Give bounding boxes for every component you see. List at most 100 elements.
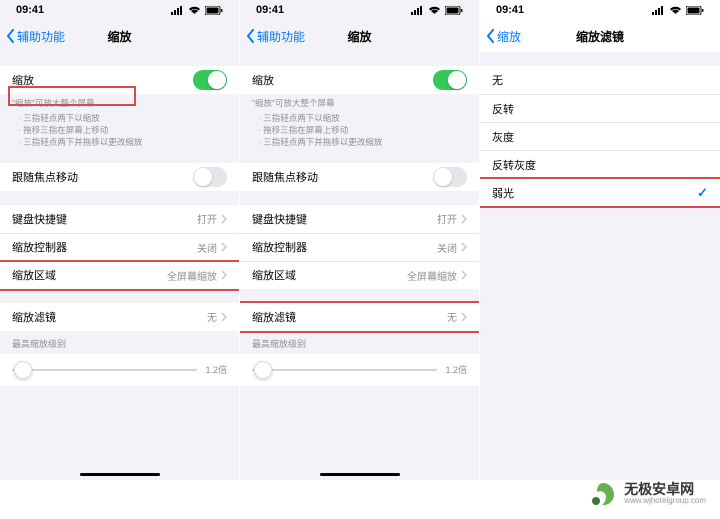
hint-1: 拖移三指在屏幕上移动 [258,125,467,137]
clock: 09:41 [16,4,44,16]
hint-2: 三指轻点两下并拖移以更改缩放 [18,137,227,149]
phone-3: 09:41 缩放 缩放滤镜 无 反转 灰 [480,0,720,480]
zoom-filter-row[interactable]: 缩放滤镜 无 [240,303,479,331]
zoom-toggle-row[interactable]: 缩放 [0,66,239,94]
row-value: 打开 [437,211,457,226]
hints: 三指轻点两下以缩放 拖移三指在屏幕上移动 三指轻点两下并拖移以更改缩放 [0,109,239,149]
status-bar: 09:41 [0,0,239,20]
clock: 09:41 [256,4,284,16]
max-zoom-slider[interactable] [12,369,197,371]
row-label: 缩放控制器 [12,239,197,255]
nav-bar: 辅助功能 缩放 [0,20,239,52]
battery-icon [205,6,223,15]
watermark-url: www.wjhotelgroup.com [624,497,706,506]
hint-2: 三指轻点两下并拖移以更改缩放 [258,137,467,149]
option-label: 无 [492,72,708,88]
wifi-icon [188,6,201,15]
follow-focus-row[interactable]: 跟随焦点移动 [0,163,239,191]
option-label: 反转灰度 [492,157,708,173]
status-icons [171,6,223,15]
battery-icon [445,6,463,15]
option-label: 反转 [492,101,708,117]
phone-2: 09:41 辅助功能 缩放 缩放 "缩放"可放大整个屏幕 [240,0,480,480]
row-label: 缩放区域 [252,267,407,283]
option-none[interactable]: 无 [480,66,720,94]
back-button[interactable]: 缩放 [486,28,521,45]
max-zoom-value: 1.2倍 [445,363,467,376]
home-indicator[interactable] [320,473,400,476]
option-grayscale[interactable]: 灰度 [480,122,720,150]
watermark-logo-icon [588,479,618,509]
row-value: 无 [447,309,457,324]
hint-0: 三指轻点两下以缩放 [18,113,227,125]
follow-focus-toggle[interactable] [433,167,467,187]
row-value: 无 [207,309,217,324]
row-value: 打开 [197,211,217,226]
clock: 09:41 [496,4,524,16]
option-invert[interactable]: 反转 [480,94,720,122]
back-label: 辅助功能 [257,28,305,45]
chevron-right-icon [461,270,467,280]
hints: 三指轻点两下以缩放 拖移三指在屏幕上移动 三指轻点两下并拖移以更改缩放 [240,109,479,149]
chevron-right-icon [221,242,227,252]
row-value: 全屏幕缩放 [167,268,217,283]
follow-focus-row[interactable]: 跟随焦点移动 [240,163,479,191]
signal-icon [652,6,665,15]
wifi-icon [669,6,682,15]
home-indicator[interactable] [80,473,160,476]
row-label: 缩放控制器 [252,239,437,255]
nav-bar: 缩放 缩放滤镜 [480,20,720,52]
zoom-area-row[interactable]: 缩放区域 全屏幕缩放 [0,261,239,289]
chevron-right-icon [461,214,467,224]
keyboard-shortcut-row[interactable]: 键盘快捷键 打开 [0,205,239,233]
max-zoom-slider-row: 1.2倍 [0,354,239,386]
back-label: 辅助功能 [17,28,65,45]
zoom-area-row[interactable]: 缩放区域 全屏幕缩放 [240,261,479,289]
status-bar: 09:41 [480,0,720,20]
status-bar: 09:41 [240,0,479,20]
chevron-right-icon [461,242,467,252]
hint-title: "缩放"可放大整个屏幕 [240,94,479,109]
status-icons [411,6,463,15]
zoom-toggle-row[interactable]: 缩放 [240,66,479,94]
hint-0: 三指轻点两下以缩放 [258,113,467,125]
option-low-light[interactable]: 弱光 ✓ [480,178,720,206]
zoom-toggle[interactable] [433,70,467,90]
watermark-title: 无极安卓网 [624,482,706,497]
max-zoom-slider[interactable] [252,369,437,371]
option-label: 弱光 [492,185,697,201]
follow-focus-toggle[interactable] [193,167,227,187]
zoom-controller-row[interactable]: 缩放控制器 关闭 [240,233,479,261]
option-label: 灰度 [492,129,708,145]
checkmark-icon: ✓ [697,185,708,201]
hint-1: 拖移三指在屏幕上移动 [18,125,227,137]
phone-1: 09:41 辅助功能 缩放 缩放 "缩放"可放大整个屏幕 [0,0,240,480]
hint-title: "缩放"可放大整个屏幕 [0,94,239,109]
signal-icon [171,6,184,15]
row-label: 键盘快捷键 [12,211,197,227]
wifi-icon [428,6,441,15]
watermark: 无极安卓网 www.wjhotelgroup.com [588,479,706,509]
option-invert-grayscale[interactable]: 反转灰度 [480,150,720,178]
max-zoom-value: 1.2倍 [205,363,227,376]
row-label: 缩放区域 [12,267,167,283]
back-label: 缩放 [497,28,521,45]
back-button[interactable]: 辅助功能 [246,28,305,45]
row-label: 缩放滤镜 [12,309,207,325]
max-zoom-label: 最高缩放级别 [240,331,479,354]
zoom-filter-row[interactable]: 缩放滤镜 无 [0,303,239,331]
page-title: 缩放滤镜 [488,28,712,45]
chevron-left-icon [6,29,15,43]
row-value: 关闭 [197,240,217,255]
max-zoom-slider-row: 1.2倍 [240,354,479,386]
row-label: 键盘快捷键 [252,211,437,227]
max-zoom-label: 最高缩放级别 [0,331,239,354]
back-button[interactable]: 辅助功能 [6,28,65,45]
zoom-toggle[interactable] [193,70,227,90]
row-value: 全屏幕缩放 [407,268,457,283]
zoom-controller-row[interactable]: 缩放控制器 关闭 [0,233,239,261]
keyboard-shortcut-row[interactable]: 键盘快捷键 打开 [240,205,479,233]
chevron-left-icon [486,29,495,43]
follow-focus-label: 跟随焦点移动 [252,169,433,185]
follow-focus-label: 跟随焦点移动 [12,169,193,185]
